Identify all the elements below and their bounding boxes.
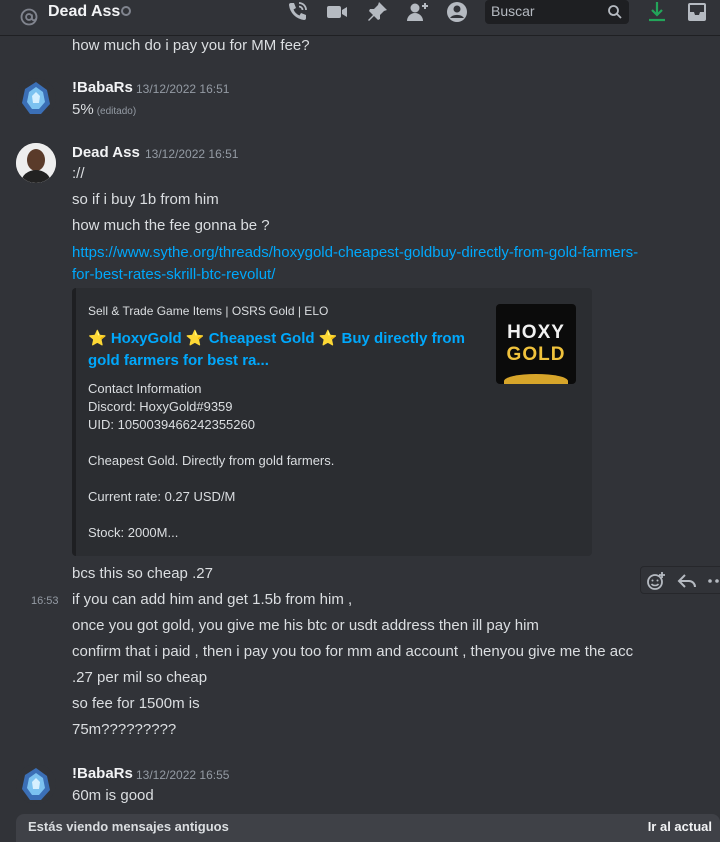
search-input[interactable] — [491, 3, 601, 19]
channel-header: Dead Ass — [0, 0, 720, 36]
message-text: bcs this so cheap .27 — [72, 565, 213, 582]
embed-provider[interactable]: Sell & Trade Game Items | OSRS Gold | EL… — [88, 304, 328, 318]
message-content: 5% — [72, 101, 94, 118]
hover-timestamp: 16:53 — [31, 595, 59, 607]
video-call-icon[interactable] — [325, 0, 349, 24]
voice-call-icon[interactable] — [285, 0, 309, 24]
thumbnail-text-gold: GOLD — [506, 344, 566, 365]
at-sign-icon — [20, 8, 38, 26]
message-text: once you got gold, you give me his btc o… — [72, 617, 539, 634]
message-text: .27 per mil so cheap — [72, 669, 208, 686]
edited-label: (editado) — [96, 106, 137, 117]
avatar[interactable] — [16, 764, 56, 804]
gold-coins-graphic — [504, 374, 568, 384]
message-timestamp: 13/12/2022 16:51 — [136, 82, 230, 96]
message-text: :// — [72, 165, 85, 182]
pinned-messages-icon[interactable] — [365, 0, 389, 24]
embed-title[interactable]: ⭐ HoxyGold ⭐ Cheapest Gold ⭐ Buy directl… — [88, 328, 468, 372]
older-messages-bar: Estás viendo mensajes antiguos Ir al act… — [16, 814, 720, 842]
download-icon[interactable] — [645, 0, 669, 24]
message-timestamp: 13/12/2022 16:51 — [145, 147, 239, 161]
older-messages-notice: Estás viendo mensajes antiguos — [28, 819, 229, 834]
add-reaction-icon[interactable] — [646, 571, 666, 591]
reply-icon[interactable] — [677, 571, 697, 591]
embed-description-line: Discord: HoxyGold#9359 — [88, 399, 233, 414]
inbox-icon[interactable] — [685, 0, 709, 24]
embed-description-line: Cheapest Gold. Directly from gold farmer… — [88, 453, 335, 468]
message-text: so if i buy 1b from him — [72, 191, 219, 208]
message-text: how much the fee gonna be ? — [72, 217, 270, 234]
avatar-image — [16, 78, 56, 118]
more-options-icon[interactable] — [707, 571, 720, 591]
embed-description-line: UID: 1050039466242355260 — [88, 417, 255, 432]
message-text: if you can add him and get 1.5b from him… — [72, 591, 353, 608]
avatar[interactable] — [16, 78, 56, 118]
message-author[interactable]: !BabaRs — [72, 78, 133, 98]
link-line[interactable]: https://www.sythe.org/threads/hoxygold-c… — [72, 242, 692, 264]
link-line[interactable]: for-best-rates-skrill-btc-revolut/ — [72, 264, 692, 286]
embed-description-line: Current rate: 0.27 USD/M — [88, 489, 236, 504]
avatar-image — [16, 143, 56, 183]
message-link[interactable]: https://www.sythe.org/threads/hoxygold-c… — [72, 242, 692, 286]
jump-to-present-button[interactable]: Ir al actual — [648, 819, 712, 834]
embed-description-line: Contact Information — [88, 381, 202, 396]
message-author[interactable]: !BabaRs — [72, 764, 133, 784]
embed-description-line: Stock: 2000M... — [88, 525, 179, 540]
message-actions-bar — [640, 566, 720, 594]
avatar[interactable] — [16, 143, 56, 183]
message-text: how much do i pay you for MM fee? — [72, 37, 310, 54]
message-text: 75m????????? — [72, 721, 177, 738]
channel-title: Dead Ass — [48, 3, 121, 20]
thumbnail-text-hoxy: HOXY — [507, 322, 565, 343]
embed-thumbnail[interactable]: HOXY GOLD — [496, 304, 576, 384]
message-text: 5% (editado) — [72, 100, 136, 122]
message-text: confirm that i paid , then i pay you too… — [72, 643, 634, 660]
message-text: so fee for 1500m is — [72, 695, 200, 712]
status-offline-icon — [121, 6, 131, 16]
link-embed: Sell & Trade Game Items | OSRS Gold | EL… — [72, 288, 592, 556]
message-author[interactable]: Dead Ass — [72, 143, 140, 163]
message-text: 60m is good — [72, 787, 154, 804]
user-profile-icon[interactable] — [445, 0, 469, 24]
message-timestamp: 13/12/2022 16:55 — [136, 768, 230, 782]
avatar-image — [16, 764, 56, 804]
search-bar[interactable] — [485, 0, 629, 24]
add-friends-icon[interactable] — [405, 0, 429, 24]
search-icon — [608, 5, 622, 19]
